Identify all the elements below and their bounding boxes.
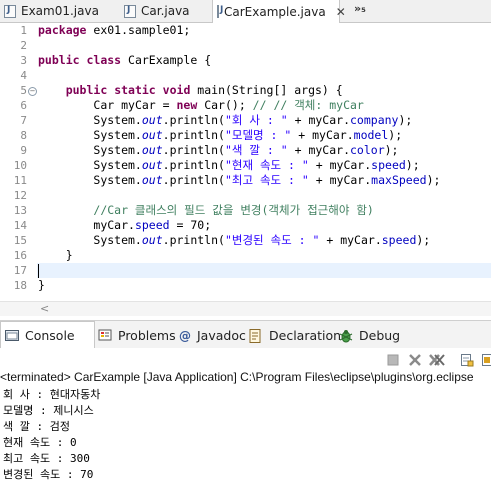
line-number: 13 — [13, 204, 27, 217]
tab-overflow-button[interactable]: »₅ — [354, 2, 366, 15]
code-line-9: System.out.println("색 깔 : " + myCar.colo… — [93, 143, 399, 157]
line-number: 9 — [20, 144, 27, 157]
java-file-icon — [124, 4, 136, 18]
line-number: 10 — [13, 159, 27, 172]
code-line-8: System.out.println("모델명 : " + myCar.mode… — [93, 128, 403, 142]
clear-console-icon[interactable] — [460, 352, 474, 367]
java-file-icon — [217, 5, 223, 18]
tab-declaration[interactable]: Declaration — [249, 321, 341, 349]
line-number-ruler: 1 2 3 4 5 6 7 8 9 10 11 12 13 14 15 16 1… — [0, 23, 37, 301]
line-number: 6 — [20, 99, 27, 112]
tab-problems[interactable]: Problems — [98, 321, 176, 349]
line-number: 12 — [13, 189, 27, 202]
text-caret — [38, 264, 39, 278]
remove-launch-icon[interactable] — [408, 352, 422, 366]
line-number: 5 — [20, 84, 27, 97]
console-output-line: 색 깔 : 검정 — [3, 420, 70, 433]
tab-debug[interactable]: Debug — [339, 321, 400, 349]
tab-label: Exam01.java — [21, 4, 99, 18]
console-output-line: 변경된 속도 : 70 — [3, 468, 94, 481]
view-tab-bar: Console Problems @ Javadoc Declaration D… — [0, 320, 491, 349]
line-number: 1 — [20, 24, 27, 37]
code-line-14: myCar.speed = 70; — [93, 218, 212, 232]
tab-console[interactable]: Console — [0, 321, 95, 349]
tab-label: CarExample.java — [224, 4, 326, 19]
code-line-11: System.out.println("최고 속도 : " + myCar.ma… — [93, 173, 441, 187]
scroll-left-icon[interactable]: < — [40, 302, 49, 315]
line-number: 3 — [20, 54, 27, 67]
code-line-3: public class CarExample { — [38, 53, 212, 67]
problems-icon — [98, 329, 112, 341]
code-line-10: System.out.println("현재 속도 : " + myCar.sp… — [93, 158, 420, 172]
code-line-18: } — [38, 278, 45, 292]
current-line-highlight — [37, 263, 491, 278]
line-number: 8 — [20, 129, 27, 142]
code-editor[interactable]: 1 2 3 4 5 6 7 8 9 10 11 12 13 14 15 16 1… — [0, 23, 491, 301]
line-number: 2 — [20, 39, 27, 52]
line-number: 15 — [13, 234, 27, 247]
tab-label: Debug — [359, 327, 401, 343]
remove-all-terminated-icon[interactable] — [429, 352, 445, 366]
java-file-icon — [4, 4, 16, 18]
console-icon — [5, 329, 19, 342]
tab-label: Console — [25, 328, 75, 343]
line-number: 4 — [20, 69, 27, 82]
scroll-lock-icon[interactable] — [482, 352, 491, 366]
code-line-1: package ex01.sample01; — [38, 23, 191, 37]
code-line-16: } — [65, 248, 73, 262]
close-icon[interactable]: ✕ — [336, 5, 346, 19]
code-line-7: System.out.println("회 사 : " + myCar.comp… — [93, 113, 413, 127]
code-line-13: //Car 클래스의 필드 값을 변경(객체가 접근해야 함) — [93, 203, 374, 217]
console-output-line: 회 사 : 현대자동차 — [3, 388, 101, 401]
declaration-icon — [249, 329, 263, 343]
console-output[interactable]: 회 사 : 현대자동차 모델명 : 제니시스 색 깔 : 검정 현재 속도 : … — [0, 387, 491, 494]
line-number: 14 — [13, 219, 27, 232]
line-number: 18 — [13, 279, 27, 292]
editor-tab-bar: Exam01.java Car.java CarExample.java ✕ »… — [0, 0, 491, 23]
tab-javadoc[interactable]: @ Javadoc — [179, 321, 246, 349]
at-sign-icon: @ — [179, 329, 191, 343]
code-line-5: public static void main(String[] args) { — [65, 83, 343, 97]
console-output-line: 현재 속도 : 0 — [3, 436, 77, 449]
line-number: 17 — [13, 264, 27, 277]
console-toolbar — [0, 348, 491, 370]
code-line-15: System.out.println("변경된 속도 : " + myCar.s… — [93, 233, 431, 247]
bug-icon — [339, 329, 353, 343]
fold-toggle-icon[interactable]: − — [28, 87, 37, 96]
terminate-icon[interactable] — [386, 352, 400, 366]
console-output-line: 모델명 : 제니시스 — [3, 404, 94, 417]
tab-label: Problems — [118, 327, 176, 343]
tab-label: Javadoc — [197, 327, 246, 343]
horizontal-scrollbar[interactable]: < — [0, 301, 491, 316]
line-number: 11 — [13, 174, 27, 187]
tab-carexample-java[interactable]: CarExample.java ✕ — [212, 0, 346, 23]
line-number: 16 — [13, 249, 27, 262]
tab-label: Car.java — [141, 4, 190, 18]
tab-exam01-java[interactable]: Exam01.java — [4, 0, 99, 22]
tab-car-java[interactable]: Car.java — [124, 0, 190, 22]
console-status-line: <terminated> CarExample [Java Applicatio… — [0, 370, 474, 384]
tab-label: Declaration — [269, 327, 342, 343]
line-number: 7 — [20, 114, 27, 127]
console-output-line: 최고 속도 : 300 — [3, 452, 90, 465]
code-line-6: Car myCar = new Car(); // // 객체: myCar — [93, 98, 364, 112]
